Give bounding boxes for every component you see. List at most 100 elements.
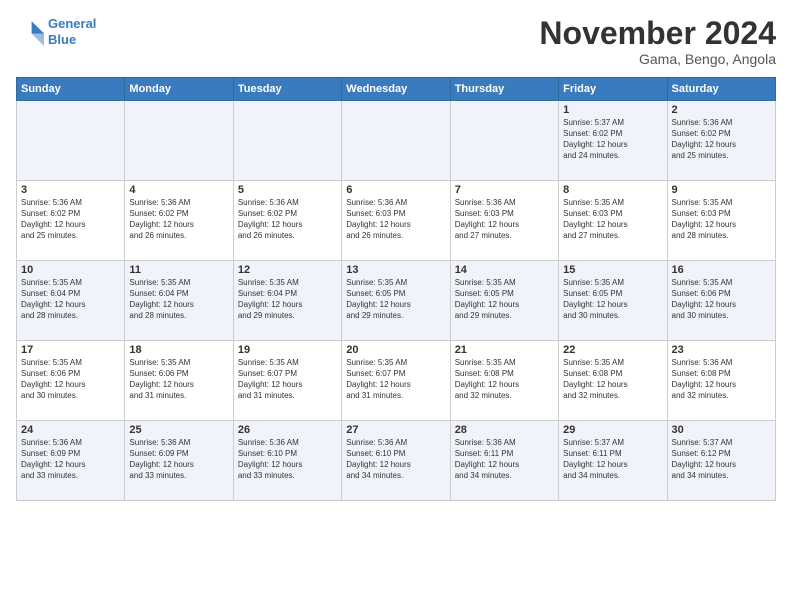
day-info: Sunrise: 5:36 AM Sunset: 6:03 PM Dayligh… <box>455 198 554 241</box>
day-info: Sunrise: 5:36 AM Sunset: 6:11 PM Dayligh… <box>455 438 554 481</box>
logo-text: General Blue <box>48 16 96 47</box>
day-info: Sunrise: 5:36 AM Sunset: 6:02 PM Dayligh… <box>238 198 337 241</box>
day-cell-20: 16 Sunrise: 5:35 AM Sunset: 6:06 PM Dayli… <box>667 261 775 341</box>
weekday-header-thursday: Thursday <box>450 78 558 101</box>
day-cell-6: 2Sunrise: 5:36 AM Sunset: 6:02 PM Daylig… <box>667 101 775 181</box>
day-cell-18: 14 Sunrise: 5:35 AM Sunset: 6:05 PM Dayli… <box>450 261 558 341</box>
day-cell-0 <box>17 101 125 181</box>
title-block: November 2024 Gama, Bengo, Angola <box>539 16 776 67</box>
day-cell-15: 11 Sunrise: 5:35 AM Sunset: 6:04 PM Dayli… <box>125 261 233 341</box>
day-number: 6 <box>346 184 445 196</box>
day-cell-8: 4 Sunrise: 5:36 AM Sunset: 6:02 PM Daylig… <box>125 181 233 261</box>
day-number: 5 <box>238 184 337 196</box>
day-info: Sunrise: 5:36 AM Sunset: 6:08 PM Dayligh… <box>672 358 771 401</box>
weekday-header-friday: Friday <box>559 78 667 101</box>
day-cell-12: 8 Sunrise: 5:35 AM Sunset: 6:03 PM Daylig… <box>559 181 667 261</box>
day-number: 26 <box>238 424 337 436</box>
day-number: 21 <box>455 344 554 356</box>
day-info: Sunrise: 5:35 AM Sunset: 6:08 PM Dayligh… <box>455 358 554 401</box>
day-number: 25 <box>129 424 228 436</box>
day-cell-2 <box>233 101 341 181</box>
day-number: 12 <box>238 264 337 276</box>
day-number: 3 <box>21 184 120 196</box>
day-cell-22: 18 Sunrise: 5:35 AM Sunset: 6:06 PM Dayli… <box>125 341 233 421</box>
day-cell-14: 10 Sunrise: 5:35 AM Sunset: 6:04 PM Dayli… <box>17 261 125 341</box>
day-cell-3 <box>342 101 450 181</box>
day-info: Sunrise: 5:35 AM Sunset: 6:06 PM Dayligh… <box>129 358 228 401</box>
day-info: Sunrise: 5:37 AM Sunset: 6:11 PM Dayligh… <box>563 438 662 481</box>
day-cell-4 <box>450 101 558 181</box>
day-cell-1 <box>125 101 233 181</box>
day-number: 18 <box>129 344 228 356</box>
day-number: 8 <box>563 184 662 196</box>
day-cell-29: 25 Sunrise: 5:36 AM Sunset: 6:09 PM Dayli… <box>125 421 233 501</box>
day-info: Sunrise: 5:36 AM Sunset: 6:02 PM Dayligh… <box>129 198 228 241</box>
day-info: Sunrise: 5:35 AM Sunset: 6:07 PM Dayligh… <box>238 358 337 401</box>
day-info: Sunrise: 5:36 AM Sunset: 6:10 PM Dayligh… <box>346 438 445 481</box>
day-cell-32: 28Sunrise: 5:36 AM Sunset: 6:11 PM Dayli… <box>450 421 558 501</box>
week-row-5: 24 Sunrise: 5:36 AM Sunset: 6:09 PM Dayli… <box>17 421 776 501</box>
day-cell-10: 6 Sunrise: 5:36 AM Sunset: 6:03 PM Daylig… <box>342 181 450 261</box>
day-info: Sunrise: 5:37 AM Sunset: 6:02 PM Dayligh… <box>563 118 662 161</box>
day-number: 27 <box>346 424 445 436</box>
day-info: Sunrise: 5:36 AM Sunset: 6:03 PM Dayligh… <box>346 198 445 241</box>
calendar-table: SundayMondayTuesdayWednesdayThursdayFrid… <box>16 77 776 501</box>
logo-icon <box>16 18 44 46</box>
weekday-header-wednesday: Wednesday <box>342 78 450 101</box>
day-cell-24: 20 Sunrise: 5:35 AM Sunset: 6:07 PM Dayli… <box>342 341 450 421</box>
day-info: Sunrise: 5:35 AM Sunset: 6:04 PM Dayligh… <box>238 278 337 321</box>
day-number: 19 <box>238 344 337 356</box>
day-info: Sunrise: 5:35 AM Sunset: 6:06 PM Dayligh… <box>672 278 771 321</box>
day-number: 24 <box>21 424 120 436</box>
day-info: Sunrise: 5:35 AM Sunset: 6:07 PM Dayligh… <box>346 358 445 401</box>
day-info: Sunrise: 5:36 AM Sunset: 6:09 PM Dayligh… <box>21 438 120 481</box>
day-number: 20 <box>346 344 445 356</box>
day-cell-17: 13 Sunrise: 5:35 AM Sunset: 6:05 PM Dayli… <box>342 261 450 341</box>
day-info: Sunrise: 5:37 AM Sunset: 6:12 PM Dayligh… <box>672 438 771 481</box>
day-info: Sunrise: 5:35 AM Sunset: 6:05 PM Dayligh… <box>346 278 445 321</box>
day-info: Sunrise: 5:35 AM Sunset: 6:04 PM Dayligh… <box>129 278 228 321</box>
calendar-body: 1 Sunrise: 5:37 AM Sunset: 6:02 PM Daylig… <box>17 101 776 501</box>
day-info: Sunrise: 5:35 AM Sunset: 6:05 PM Dayligh… <box>455 278 554 321</box>
day-info: Sunrise: 5:35 AM Sunset: 6:03 PM Dayligh… <box>672 198 771 241</box>
day-cell-7: 3Sunrise: 5:36 AM Sunset: 6:02 PM Daylig… <box>17 181 125 261</box>
day-cell-16: 12 Sunrise: 5:35 AM Sunset: 6:04 PM Dayli… <box>233 261 341 341</box>
day-cell-30: 26 Sunrise: 5:36 AM Sunset: 6:10 PM Dayli… <box>233 421 341 501</box>
weekday-header-saturday: Saturday <box>667 78 775 101</box>
calendar-header: SundayMondayTuesdayWednesdayThursdayFrid… <box>17 78 776 101</box>
sub-title: Gama, Bengo, Angola <box>539 51 776 67</box>
day-number: 29 <box>563 424 662 436</box>
week-row-3: 10 Sunrise: 5:35 AM Sunset: 6:04 PM Dayli… <box>17 261 776 341</box>
day-cell-31: 27 Sunrise: 5:36 AM Sunset: 6:10 PM Dayli… <box>342 421 450 501</box>
day-cell-11: 7 Sunrise: 5:36 AM Sunset: 6:03 PM Daylig… <box>450 181 558 261</box>
day-number: 11 <box>129 264 228 276</box>
header: General Blue November 2024 Gama, Bengo, … <box>16 16 776 67</box>
day-info: Sunrise: 5:35 AM Sunset: 6:06 PM Dayligh… <box>21 358 120 401</box>
day-number: 13 <box>346 264 445 276</box>
day-info: Sunrise: 5:36 AM Sunset: 6:10 PM Dayligh… <box>238 438 337 481</box>
day-number: 14 <box>455 264 554 276</box>
weekday-header-tuesday: Tuesday <box>233 78 341 101</box>
day-number: 10 <box>21 264 120 276</box>
day-number: 2 <box>672 104 771 116</box>
week-row-4: 17 Sunrise: 5:35 AM Sunset: 6:06 PM Dayli… <box>17 341 776 421</box>
day-cell-28: 24 Sunrise: 5:36 AM Sunset: 6:09 PM Dayli… <box>17 421 125 501</box>
day-info: Sunrise: 5:35 AM Sunset: 6:05 PM Dayligh… <box>563 278 662 321</box>
week-row-1: 1 Sunrise: 5:37 AM Sunset: 6:02 PM Daylig… <box>17 101 776 181</box>
day-cell-34: 30 Sunrise: 5:37 AM Sunset: 6:12 PM Dayli… <box>667 421 775 501</box>
day-number: 22 <box>563 344 662 356</box>
week-row-2: 3 Sunrise: 5:36 AM Sunset: 6:02 PM Daylig… <box>17 181 776 261</box>
day-cell-13: 9Sunrise: 5:35 AM Sunset: 6:03 PM Daylig… <box>667 181 775 261</box>
day-number: 15 <box>563 264 662 276</box>
day-info: Sunrise: 5:35 AM Sunset: 6:08 PM Dayligh… <box>563 358 662 401</box>
day-info: Sunrise: 5:35 AM Sunset: 6:04 PM Dayligh… <box>21 278 120 321</box>
day-number: 1 <box>563 104 662 116</box>
day-number: 7 <box>455 184 554 196</box>
logo-line1: General <box>48 16 96 31</box>
day-number: 17 <box>21 344 120 356</box>
day-number: 16 <box>672 264 771 276</box>
day-number: 30 <box>672 424 771 436</box>
day-info: Sunrise: 5:36 AM Sunset: 6:09 PM Dayligh… <box>129 438 228 481</box>
day-info: Sunrise: 5:35 AM Sunset: 6:03 PM Dayligh… <box>563 198 662 241</box>
day-number: 4 <box>129 184 228 196</box>
